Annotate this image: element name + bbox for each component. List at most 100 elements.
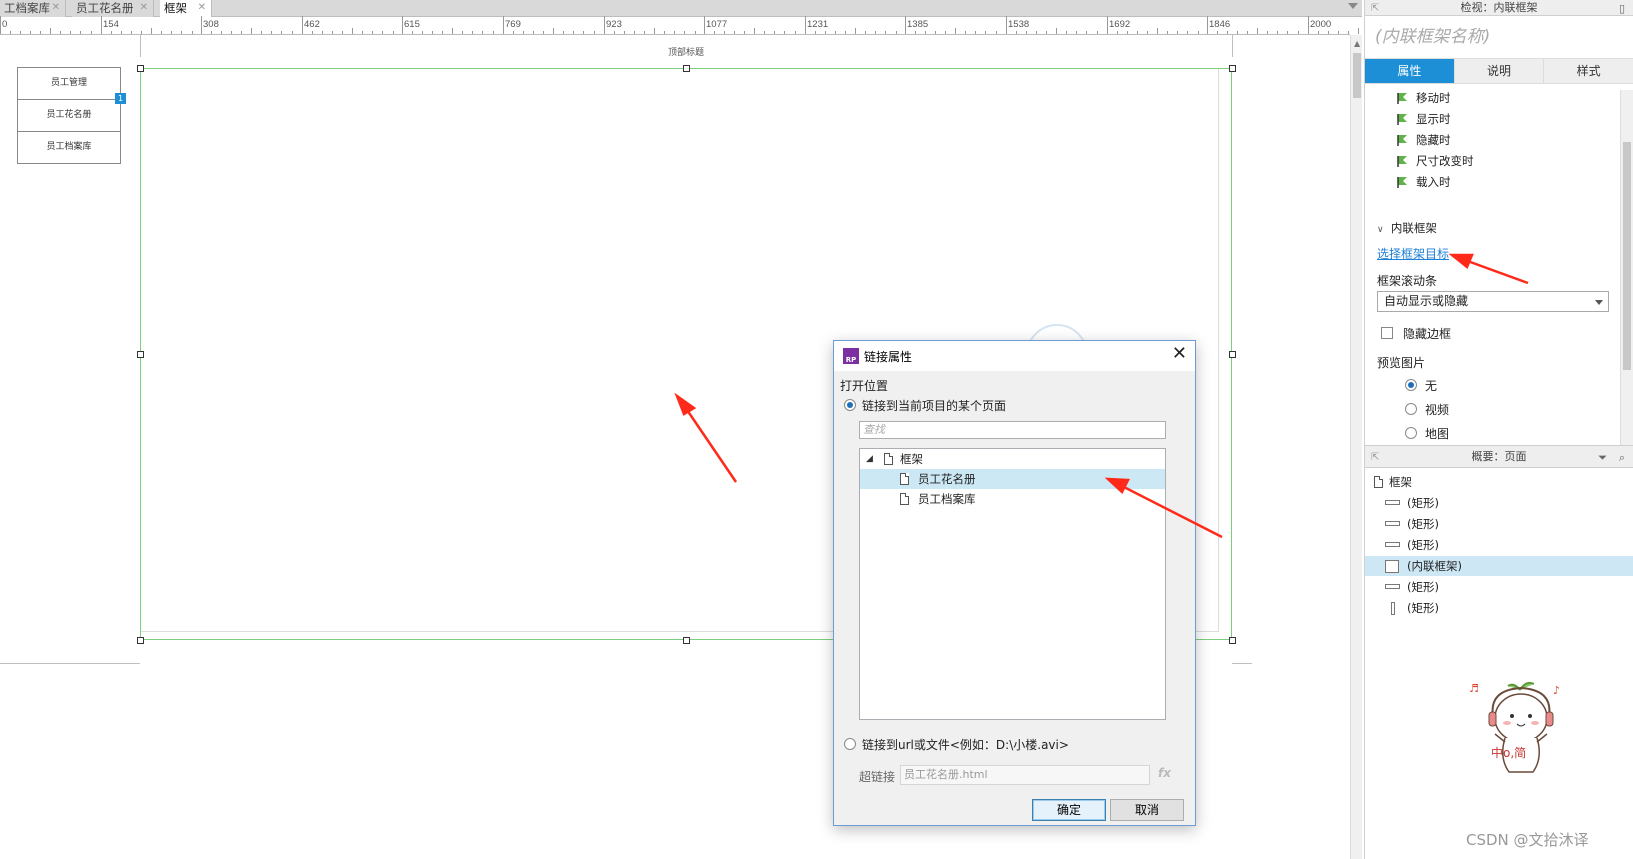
- close-icon[interactable]: ✕: [140, 0, 148, 16]
- event-item[interactable]: 隐藏时: [1397, 130, 1451, 150]
- ruler-minor-tick: [332, 31, 333, 34]
- ruler-minor-tick: [1147, 31, 1148, 34]
- ruler-minor-tick: [382, 31, 383, 34]
- ruler-minor-tick: [192, 31, 193, 34]
- tab-employee-roster[interactable]: 员工花名册 ✕: [72, 0, 154, 17]
- outline-item-rectangle[interactable]: (矩形): [1365, 514, 1633, 534]
- event-label: 隐藏时: [1416, 133, 1451, 147]
- interaction-badge: 1: [115, 93, 126, 104]
- resize-handle[interactable]: [137, 637, 144, 644]
- preview-video-radio[interactable]: [1405, 403, 1417, 415]
- ruler-minor-tick: [60, 31, 61, 34]
- tree-item-employee-roster[interactable]: 员工花名册: [860, 469, 1165, 489]
- resize-handle[interactable]: [683, 65, 690, 72]
- chevron-down-icon[interactable]: ∨: [1377, 225, 1384, 235]
- outline-item-rectangle[interactable]: (矩形): [1365, 598, 1633, 618]
- tab-employee-archive[interactable]: 工档案库 ✕: [0, 0, 66, 17]
- page-icon[interactable]: ▯: [1619, 1, 1625, 16]
- nav-item-employee-archive[interactable]: 员工档案库: [17, 131, 121, 164]
- resize-handle[interactable]: [1229, 65, 1236, 72]
- close-icon[interactable]: ✕: [52, 0, 60, 16]
- collapse-triangle-icon[interactable]: ◢: [866, 449, 873, 469]
- resize-handle[interactable]: [137, 351, 144, 358]
- outline-item-label: (矩形): [1407, 517, 1439, 531]
- svg-text:♪: ♪: [1553, 684, 1560, 697]
- link-to-url-radio[interactable]: [844, 738, 856, 750]
- nav-item-employee-management[interactable]: 员工管理: [17, 67, 121, 100]
- ruler-major-tick: [302, 16, 303, 34]
- resize-handle[interactable]: [137, 65, 144, 72]
- tab-menu-chevron-down-icon[interactable]: [1348, 3, 1358, 9]
- event-flag-icon: [1397, 135, 1407, 146]
- tree-item-employee-archive[interactable]: 员工档案库: [860, 489, 1165, 509]
- ruler-minor-tick: [80, 31, 81, 34]
- page-search-input[interactable]: 查找: [859, 421, 1166, 439]
- ruler-minor-tick: [292, 31, 293, 34]
- select-frame-target-link[interactable]: 选择框架目标: [1377, 245, 1449, 262]
- event-item[interactable]: 移动时: [1397, 88, 1451, 108]
- resize-handle[interactable]: [1229, 351, 1236, 358]
- cancel-button[interactable]: 取消: [1110, 799, 1184, 821]
- ruler-minor-tick: [261, 31, 262, 34]
- widget-name-field[interactable]: (内联框架名称): [1365, 16, 1633, 58]
- dialog-titlebar[interactable]: RP 链接属性 ✕: [834, 341, 1195, 371]
- ruler-minor-tick: [30, 31, 31, 34]
- outline-item-rectangle[interactable]: (矩形): [1365, 493, 1633, 513]
- ok-button[interactable]: 确定: [1032, 799, 1106, 821]
- event-item[interactable]: 显示时: [1397, 109, 1451, 129]
- ruler-minor-tick: [533, 31, 534, 34]
- scrollbar-thumb[interactable]: [1623, 142, 1631, 370]
- ruler-minor-tick: [372, 31, 373, 34]
- ruler-minor-tick: [462, 31, 463, 34]
- pin-icon[interactable]: ⇱: [1371, 447, 1379, 468]
- event-item[interactable]: 载入时: [1397, 172, 1451, 192]
- preview-none-radio[interactable]: [1405, 379, 1417, 391]
- link-to-page-radio[interactable]: [844, 399, 856, 411]
- ruler-minor-tick: [724, 31, 725, 34]
- outline-root[interactable]: 框架: [1365, 472, 1633, 492]
- ruler-minor-tick: [211, 31, 212, 34]
- resize-handle[interactable]: [683, 637, 690, 644]
- nav-item-employee-roster[interactable]: 员工花名册: [17, 99, 121, 132]
- guide-line: [140, 35, 141, 57]
- preview-map-radio[interactable]: [1405, 427, 1417, 439]
- scrollbar-thumb[interactable]: [1353, 53, 1361, 98]
- event-item[interactable]: 尺寸改变时: [1397, 151, 1474, 171]
- close-icon[interactable]: ✕: [1172, 344, 1187, 364]
- page-tree[interactable]: ◢ 框架 员工花名册 员工档案库: [859, 448, 1166, 720]
- search-icon[interactable]: ⌕: [1619, 447, 1625, 468]
- resize-handle[interactable]: [1229, 637, 1236, 644]
- frame-scrollbar-select[interactable]: 自动显示或隐藏: [1377, 291, 1609, 312]
- hyperlink-input[interactable]: 员工花名册.html: [900, 765, 1150, 785]
- tab-frame[interactable]: 框架 ✕: [160, 0, 212, 18]
- close-icon[interactable]: ✕: [198, 0, 206, 16]
- scroll-up-icon[interactable]: ▲: [1354, 39, 1360, 48]
- tree-root-frame[interactable]: ◢ 框架: [860, 449, 1165, 469]
- preview-image-label: 预览图片: [1377, 356, 1426, 370]
- ruler-minor-tick: [352, 28, 353, 34]
- ruler-minor-tick: [1257, 28, 1258, 34]
- outline-item-rectangle[interactable]: (矩形): [1365, 535, 1633, 555]
- fx-icon[interactable]: fx: [1158, 766, 1171, 780]
- filter-icon[interactable]: ⏷: [1598, 447, 1607, 468]
- pin-icon[interactable]: ⇱: [1371, 1, 1379, 16]
- ruler-minor-tick: [896, 31, 897, 34]
- ruler-minor-tick: [40, 31, 41, 34]
- ruler-minor-tick: [885, 31, 886, 34]
- ruler-label: 1385: [907, 19, 929, 30]
- tab-notes[interactable]: 说明: [1455, 59, 1545, 83]
- tab-style[interactable]: 样式: [1544, 59, 1633, 83]
- canvas-vertical-scrollbar[interactable]: ▲: [1350, 35, 1362, 859]
- ruler-minor-tick: [1026, 31, 1027, 34]
- ruler-minor-tick: [91, 31, 92, 34]
- section-inline-frame[interactable]: ∨ 内联框架: [1377, 220, 1437, 236]
- ruler-minor-tick: [141, 31, 142, 34]
- mascot-sticker-icon: ♬ ♪: [1469, 681, 1560, 773]
- inspector-scrollbar[interactable]: [1620, 90, 1633, 445]
- ruler-minor-tick: [221, 31, 222, 34]
- outline-item-rectangle[interactable]: (矩形): [1365, 577, 1633, 597]
- outline-item-inline-frame[interactable]: (内联框架): [1365, 556, 1633, 576]
- hide-border-checkbox[interactable]: [1381, 327, 1393, 339]
- tab-properties[interactable]: 属性: [1365, 59, 1455, 83]
- rectangle-icon: [1385, 521, 1400, 526]
